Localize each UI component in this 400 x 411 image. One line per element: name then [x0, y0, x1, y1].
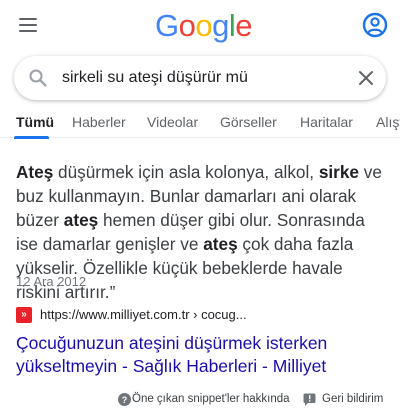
- top-bar: Google: [0, 0, 400, 52]
- search-input[interactable]: [62, 67, 342, 89]
- snippet-footer: ? Öne çıkan snippet'ler hakkında Geri bi…: [0, 390, 400, 411]
- hamburger-menu-icon[interactable]: [19, 18, 39, 34]
- logo-letter: G: [155, 8, 179, 43]
- svg-text:?: ?: [122, 395, 128, 405]
- feedback-link[interactable]: Geri bildirim: [322, 393, 383, 405]
- snippet-bold: sirke: [318, 162, 359, 182]
- snippet-bold: Ateş: [16, 162, 54, 182]
- logo-letter: g: [212, 8, 229, 43]
- tab-videos[interactable]: Videolar: [147, 114, 198, 130]
- search-tabs: Tümü Haberler Videolar Görseller Harital…: [0, 106, 400, 138]
- tab-images[interactable]: Görseller: [220, 114, 277, 130]
- snippet-bold: ateş: [63, 210, 99, 230]
- clear-icon[interactable]: [357, 69, 375, 87]
- logo-letter: o: [195, 8, 213, 43]
- result-title-link[interactable]: Çocuğunuzun ateşini düşürmek isterken yü…: [16, 332, 388, 378]
- snippet-bold: ateş: [203, 234, 238, 254]
- search-icon[interactable]: [28, 68, 48, 88]
- help-circle-icon[interactable]: ?: [118, 393, 131, 406]
- snippet-text: düşürmek için asla kolonya, alkol,: [53, 162, 319, 182]
- active-tab-indicator: [14, 136, 49, 139]
- search-box[interactable]: [14, 56, 386, 100]
- tab-all[interactable]: Tümü: [16, 114, 54, 130]
- logo-letter: o: [178, 8, 196, 43]
- tab-news[interactable]: Haberler: [72, 114, 126, 130]
- tab-shopping[interactable]: Alışv: [376, 114, 400, 130]
- google-logo[interactable]: Google: [155, 6, 253, 46]
- result-source[interactable]: » https://www.milliyet.com.tr › cocug...: [16, 306, 386, 324]
- source-url[interactable]: https://www.milliyet.com.tr › cocug...: [40, 307, 247, 322]
- milliyet-favicon-icon: »: [16, 307, 32, 323]
- account-circle-icon[interactable]: [361, 11, 389, 39]
- about-snippets-link[interactable]: Öne çıkan snippet'ler hakkında: [132, 393, 290, 405]
- tab-maps[interactable]: Haritalar: [300, 114, 353, 130]
- logo-letter: e: [235, 8, 253, 43]
- feedback-icon[interactable]: [303, 393, 316, 406]
- snippet-date: 12 Ara 2012: [16, 274, 87, 289]
